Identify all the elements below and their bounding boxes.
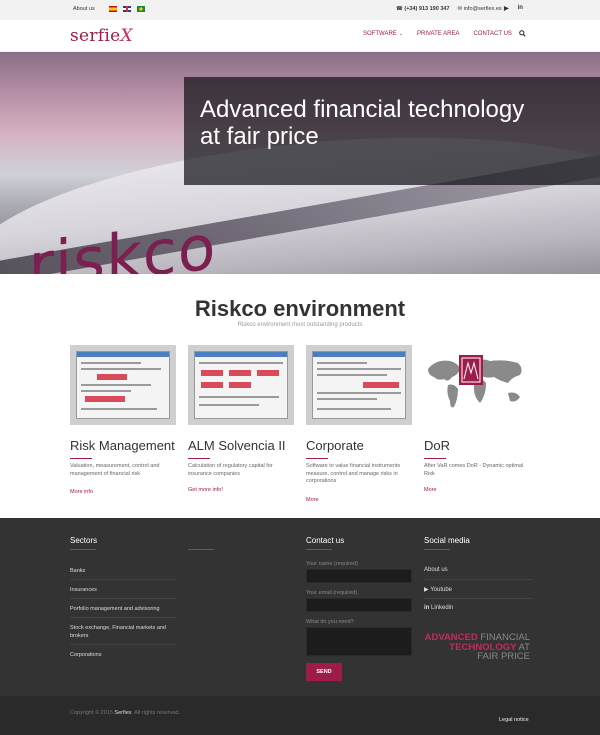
phone-icon: ☎ (396, 6, 403, 12)
hero-headline-line2: at fair price (200, 123, 319, 150)
product-screenshot[interactable] (70, 345, 176, 425)
serfiex-logo[interactable]: serfieX (70, 26, 133, 46)
product-description: After VaR comes DoR - Dynamic optimal Ri… (424, 463, 524, 477)
divider (70, 579, 176, 580)
message-label: What do you need? (306, 619, 354, 625)
tagline-fair-price: FAIR PRICE (477, 651, 530, 662)
divider (70, 644, 176, 645)
product-more-link[interactable]: Get more info! (188, 487, 223, 493)
sector-link[interactable]: Corporations (70, 651, 180, 659)
email-item[interactable]: ✉ info@serfiex.es (458, 6, 502, 12)
nav-contact-us[interactable]: CONTACT US (473, 31, 511, 37)
social-linkedin-label: Linkedin (431, 605, 454, 611)
product-screenshot[interactable] (306, 345, 412, 425)
hero-headline: Advanced financial technology at fair pr… (200, 96, 524, 150)
product-more-link[interactable]: More info (70, 489, 93, 495)
product-description: Software to value financial instruments … (306, 463, 401, 485)
sectors-divider (70, 549, 96, 550)
divider (70, 617, 176, 618)
nav-software-label: SOFTWARE (363, 31, 397, 37)
copyright-brand[interactable]: Serfiex (114, 710, 131, 716)
sector-link[interactable]: Porfolio management and advisoring (70, 605, 180, 613)
top-contact-info: ☎ (+34) 913 190 347 ✉ info@serfiex.es (396, 6, 502, 12)
product-divider (424, 458, 446, 459)
footer-tagline: ADVANCED FINANCIAL TECHNOLOGY AT FAIR PR… (414, 633, 530, 662)
language-selector (109, 6, 145, 12)
product-name: Corporate (306, 438, 364, 453)
contact-divider (306, 549, 332, 550)
phone-number: (+34) 913 190 347 (404, 6, 450, 12)
sectors-title: Sectors (70, 536, 98, 545)
copyright-suffix: . All rights reserved. (131, 710, 180, 716)
product-description: Calculation of regulatory capital for in… (188, 463, 273, 477)
email-field[interactable] (306, 598, 412, 612)
product-more-link[interactable]: More (424, 487, 437, 493)
main-header: serfieX SOFTWARE ⌄ PRIVATE AREA CONTACT U… (0, 20, 600, 52)
linkedin-icon[interactable]: in (518, 5, 523, 12)
product-card-corporate: Corporate Software to value financial in… (306, 345, 412, 506)
sector-link[interactable]: Banks (70, 567, 180, 575)
product-card-alm-solvencia: ALM Solvencia II Calculation of regulato… (188, 345, 294, 496)
send-button[interactable]: SEND (306, 663, 342, 681)
product-card-risk-management: Risk Management Valuation, measurement, … (70, 345, 176, 498)
nav-software[interactable]: SOFTWARE ⌄ (363, 31, 403, 37)
linkedin-icon: in (424, 605, 430, 611)
product-screenshot[interactable] (188, 345, 294, 425)
top-about-link[interactable]: About us (73, 6, 95, 12)
search-icon[interactable] (519, 30, 526, 37)
youtube-icon: ▶ (424, 587, 429, 593)
phone-item: ☎ (+34) 913 190 347 (396, 6, 450, 12)
main-nav: SOFTWARE ⌄ PRIVATE AREA CONTACT US (363, 31, 512, 37)
hero-banner: riskco Advanced financial technology at … (0, 52, 600, 274)
footer: Sectors Banks Insurances Porfolio manage… (0, 518, 600, 696)
section-subtitle: Riskco environment most outstanding prod… (237, 322, 363, 328)
social-youtube-label: Youtube (430, 587, 452, 593)
top-social-icons: ▶ in (504, 5, 523, 12)
product-divider (188, 458, 210, 459)
sector-link[interactable]: Insurances (70, 586, 180, 594)
name-field[interactable] (306, 569, 412, 583)
product-name: DoR (424, 438, 451, 453)
divider (424, 598, 532, 599)
logo-x: X (120, 26, 133, 46)
en-flag-icon[interactable] (123, 6, 131, 12)
bottom-bar: Copyright © 2015 Serfiex. All rights res… (0, 696, 600, 735)
contact-title: Contact us (306, 536, 345, 545)
product-description: Valuation, measurement, control and mana… (70, 463, 160, 477)
chevron-down-icon: ⌄ (398, 31, 403, 37)
es-flag-icon[interactable] (109, 6, 117, 12)
section-title: Riskco environment (194, 296, 406, 321)
br-flag-icon[interactable] (137, 6, 145, 12)
copyright-prefix: Copyright © 2015 (70, 710, 113, 716)
copyright: Copyright © 2015 Serfiex. All rights res… (70, 710, 180, 716)
social-about-link[interactable]: About us (424, 567, 532, 573)
product-card-dor: DoR After VaR comes DoR - Dynamic optima… (424, 345, 530, 496)
divider (70, 598, 176, 599)
message-field[interactable] (306, 627, 412, 656)
world-map-icon (428, 355, 522, 408)
product-name: Risk Management (70, 438, 175, 453)
envelope-icon: ✉ (457, 6, 463, 12)
name-label: Your name (required) (306, 561, 358, 567)
social-linkedin-link[interactable]: in Linkedin (424, 605, 532, 611)
social-title: Social media (424, 536, 470, 545)
top-bar: About us ☎ (+34) 913 190 347 ✉ info@serf… (0, 0, 600, 20)
social-youtube-link[interactable]: ▶ Youtube (424, 586, 532, 593)
email-label: Your email (required) (306, 590, 358, 596)
product-name: ALM Solvencia II (188, 438, 286, 453)
nav-private-area[interactable]: PRIVATE AREA (417, 31, 459, 37)
youtube-icon[interactable]: ▶ (504, 5, 509, 12)
middle-divider (188, 549, 214, 550)
hero-headline-line1: Advanced financial technology (200, 96, 525, 123)
product-divider (70, 458, 92, 459)
divider (424, 579, 532, 580)
product-more-link[interactable]: More (306, 497, 319, 503)
product-divider (306, 458, 328, 459)
sector-link[interactable]: Stock exchange, Financial markets and br… (70, 624, 180, 640)
social-divider (424, 549, 450, 550)
email-address: info@serfiex.es (463, 6, 502, 12)
world-map-image[interactable] (424, 345, 530, 425)
logo-text: serfie (70, 26, 121, 46)
legal-notice-link[interactable]: Legal notice (499, 717, 529, 723)
